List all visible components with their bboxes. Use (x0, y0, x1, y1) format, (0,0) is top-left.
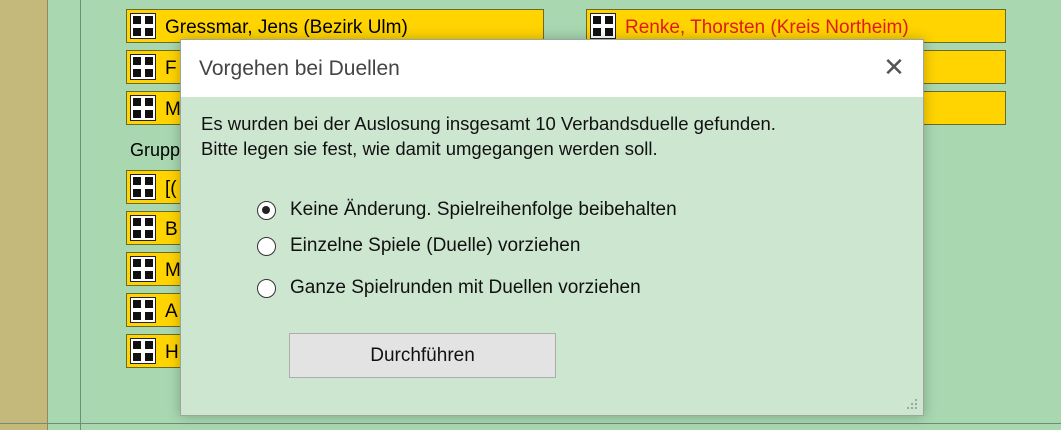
option-label: Ganze Spielrunden mit Duellen vorziehen (290, 277, 641, 298)
option-label: Keine Änderung. Spielreihenfolge beibeha… (290, 199, 677, 220)
duel-dialog: Vorgehen bei Duellen ✕ Es wurden bei der… (180, 39, 924, 416)
radio-icon[interactable] (257, 237, 276, 256)
chess-board-icon (130, 13, 156, 39)
chess-board-icon (130, 54, 156, 80)
panel-divider (80, 0, 81, 430)
chess-board-icon (130, 338, 156, 364)
dialog-titlebar[interactable]: Vorgehen bei Duellen ✕ (181, 40, 923, 97)
radio-selected-icon[interactable] (257, 201, 276, 220)
player-box[interactable]: Gressmar, Jens (Bezirk Ulm) (126, 9, 544, 43)
chess-board-icon (130, 256, 156, 282)
dialog-title: Vorgehen bei Duellen (199, 57, 400, 80)
dialog-message-line2: Bitte legen sie fest, wie damit umgegang… (201, 138, 658, 159)
bottom-divider (0, 423, 1061, 424)
player-name: Renke, Thorsten (Kreis Northeim) (625, 17, 909, 38)
player-name: M (165, 260, 181, 281)
side-strip (0, 0, 48, 430)
chess-board-icon (590, 13, 616, 39)
execute-button[interactable]: Durchführen (289, 333, 556, 378)
player-name: [( (165, 178, 177, 199)
radio-icon[interactable] (257, 279, 276, 298)
dialog-message-line1: Es wurden bei der Auslosung insgesamt 10… (201, 113, 776, 134)
player-name: B (165, 219, 178, 240)
chess-board-icon (130, 297, 156, 323)
option-label: Einzelne Spiele (Duelle) vorziehen (290, 235, 581, 256)
player-box[interactable]: Renke, Thorsten (Kreis Northeim) (586, 9, 1006, 43)
close-icon[interactable]: ✕ (879, 52, 909, 82)
resize-grip-icon[interactable] (905, 397, 919, 411)
player-name: Gressmar, Jens (Bezirk Ulm) (165, 17, 408, 38)
player-name: F (165, 58, 177, 79)
player-name: A (165, 301, 178, 322)
chess-board-icon (130, 174, 156, 200)
chess-board-icon (130, 95, 156, 121)
group-label: Grupp (130, 140, 181, 160)
player-name: H (165, 342, 179, 363)
player-name: M (165, 99, 181, 120)
chess-board-icon (130, 215, 156, 241)
